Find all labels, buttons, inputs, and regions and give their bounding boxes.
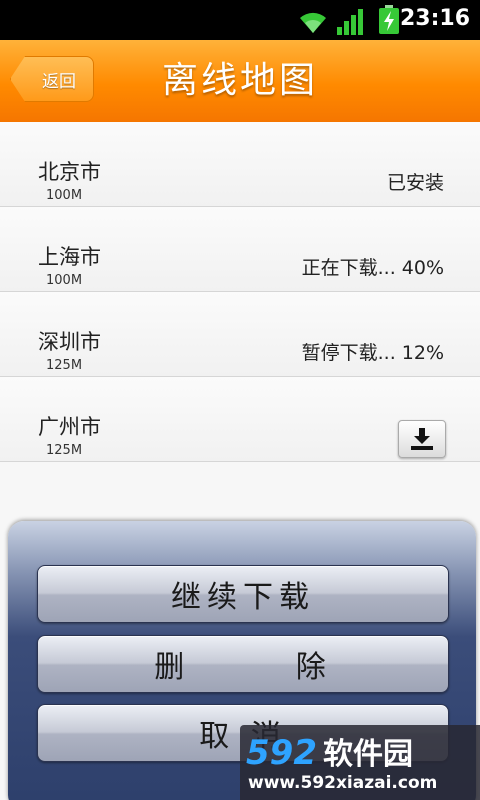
list-item-shanghai[interactable]: 上海市 100M 正在下载... 40%: [0, 207, 480, 292]
status-time: 23:16: [399, 6, 470, 31]
city-name: 北京市: [38, 160, 101, 184]
delete-button[interactable]: 删 除: [37, 635, 449, 693]
city-name: 上海市: [38, 245, 101, 269]
download-button[interactable]: [398, 420, 446, 458]
city-name: 广州市: [38, 415, 101, 439]
city-size: 100M: [46, 273, 83, 288]
city-size: 100M: [46, 188, 83, 203]
city-name: 深圳市: [38, 330, 101, 354]
city-status: 已安装: [386, 172, 444, 194]
battery-charging-icon: [379, 5, 399, 34]
watermark: 592 软件园 www.592xiazai.com: [240, 725, 480, 800]
back-button[interactable]: 返回: [10, 56, 94, 102]
city-size: 125M: [46, 358, 83, 373]
city-size: 125M: [46, 443, 83, 458]
wifi-icon: [300, 12, 326, 33]
back-button-label: 返回: [42, 71, 76, 92]
watermark-number: 592: [246, 733, 317, 773]
city-status: 暂停下载... 12%: [301, 342, 444, 364]
watermark-text: 软件园: [322, 737, 413, 772]
screen: 23:16 离线地图 返回 北京市 100M 已安装 上海市 100M 正在下载…: [0, 0, 480, 800]
watermark-url: www.592xiazai.com: [248, 773, 438, 793]
signal-icon: [337, 9, 363, 35]
title-bar: 离线地图 返回: [0, 40, 480, 122]
continue-download-button[interactable]: 继续下载: [37, 565, 449, 623]
watermark-logo: 592 软件园: [246, 729, 413, 773]
status-bar: 23:16: [0, 0, 480, 40]
list-item-shenzhen[interactable]: 深圳市 125M 暂停下载... 12%: [0, 292, 480, 377]
download-icon: [411, 428, 433, 450]
list-item-beijing[interactable]: 北京市 100M 已安装: [0, 122, 480, 207]
city-status: 正在下载... 40%: [301, 257, 444, 279]
